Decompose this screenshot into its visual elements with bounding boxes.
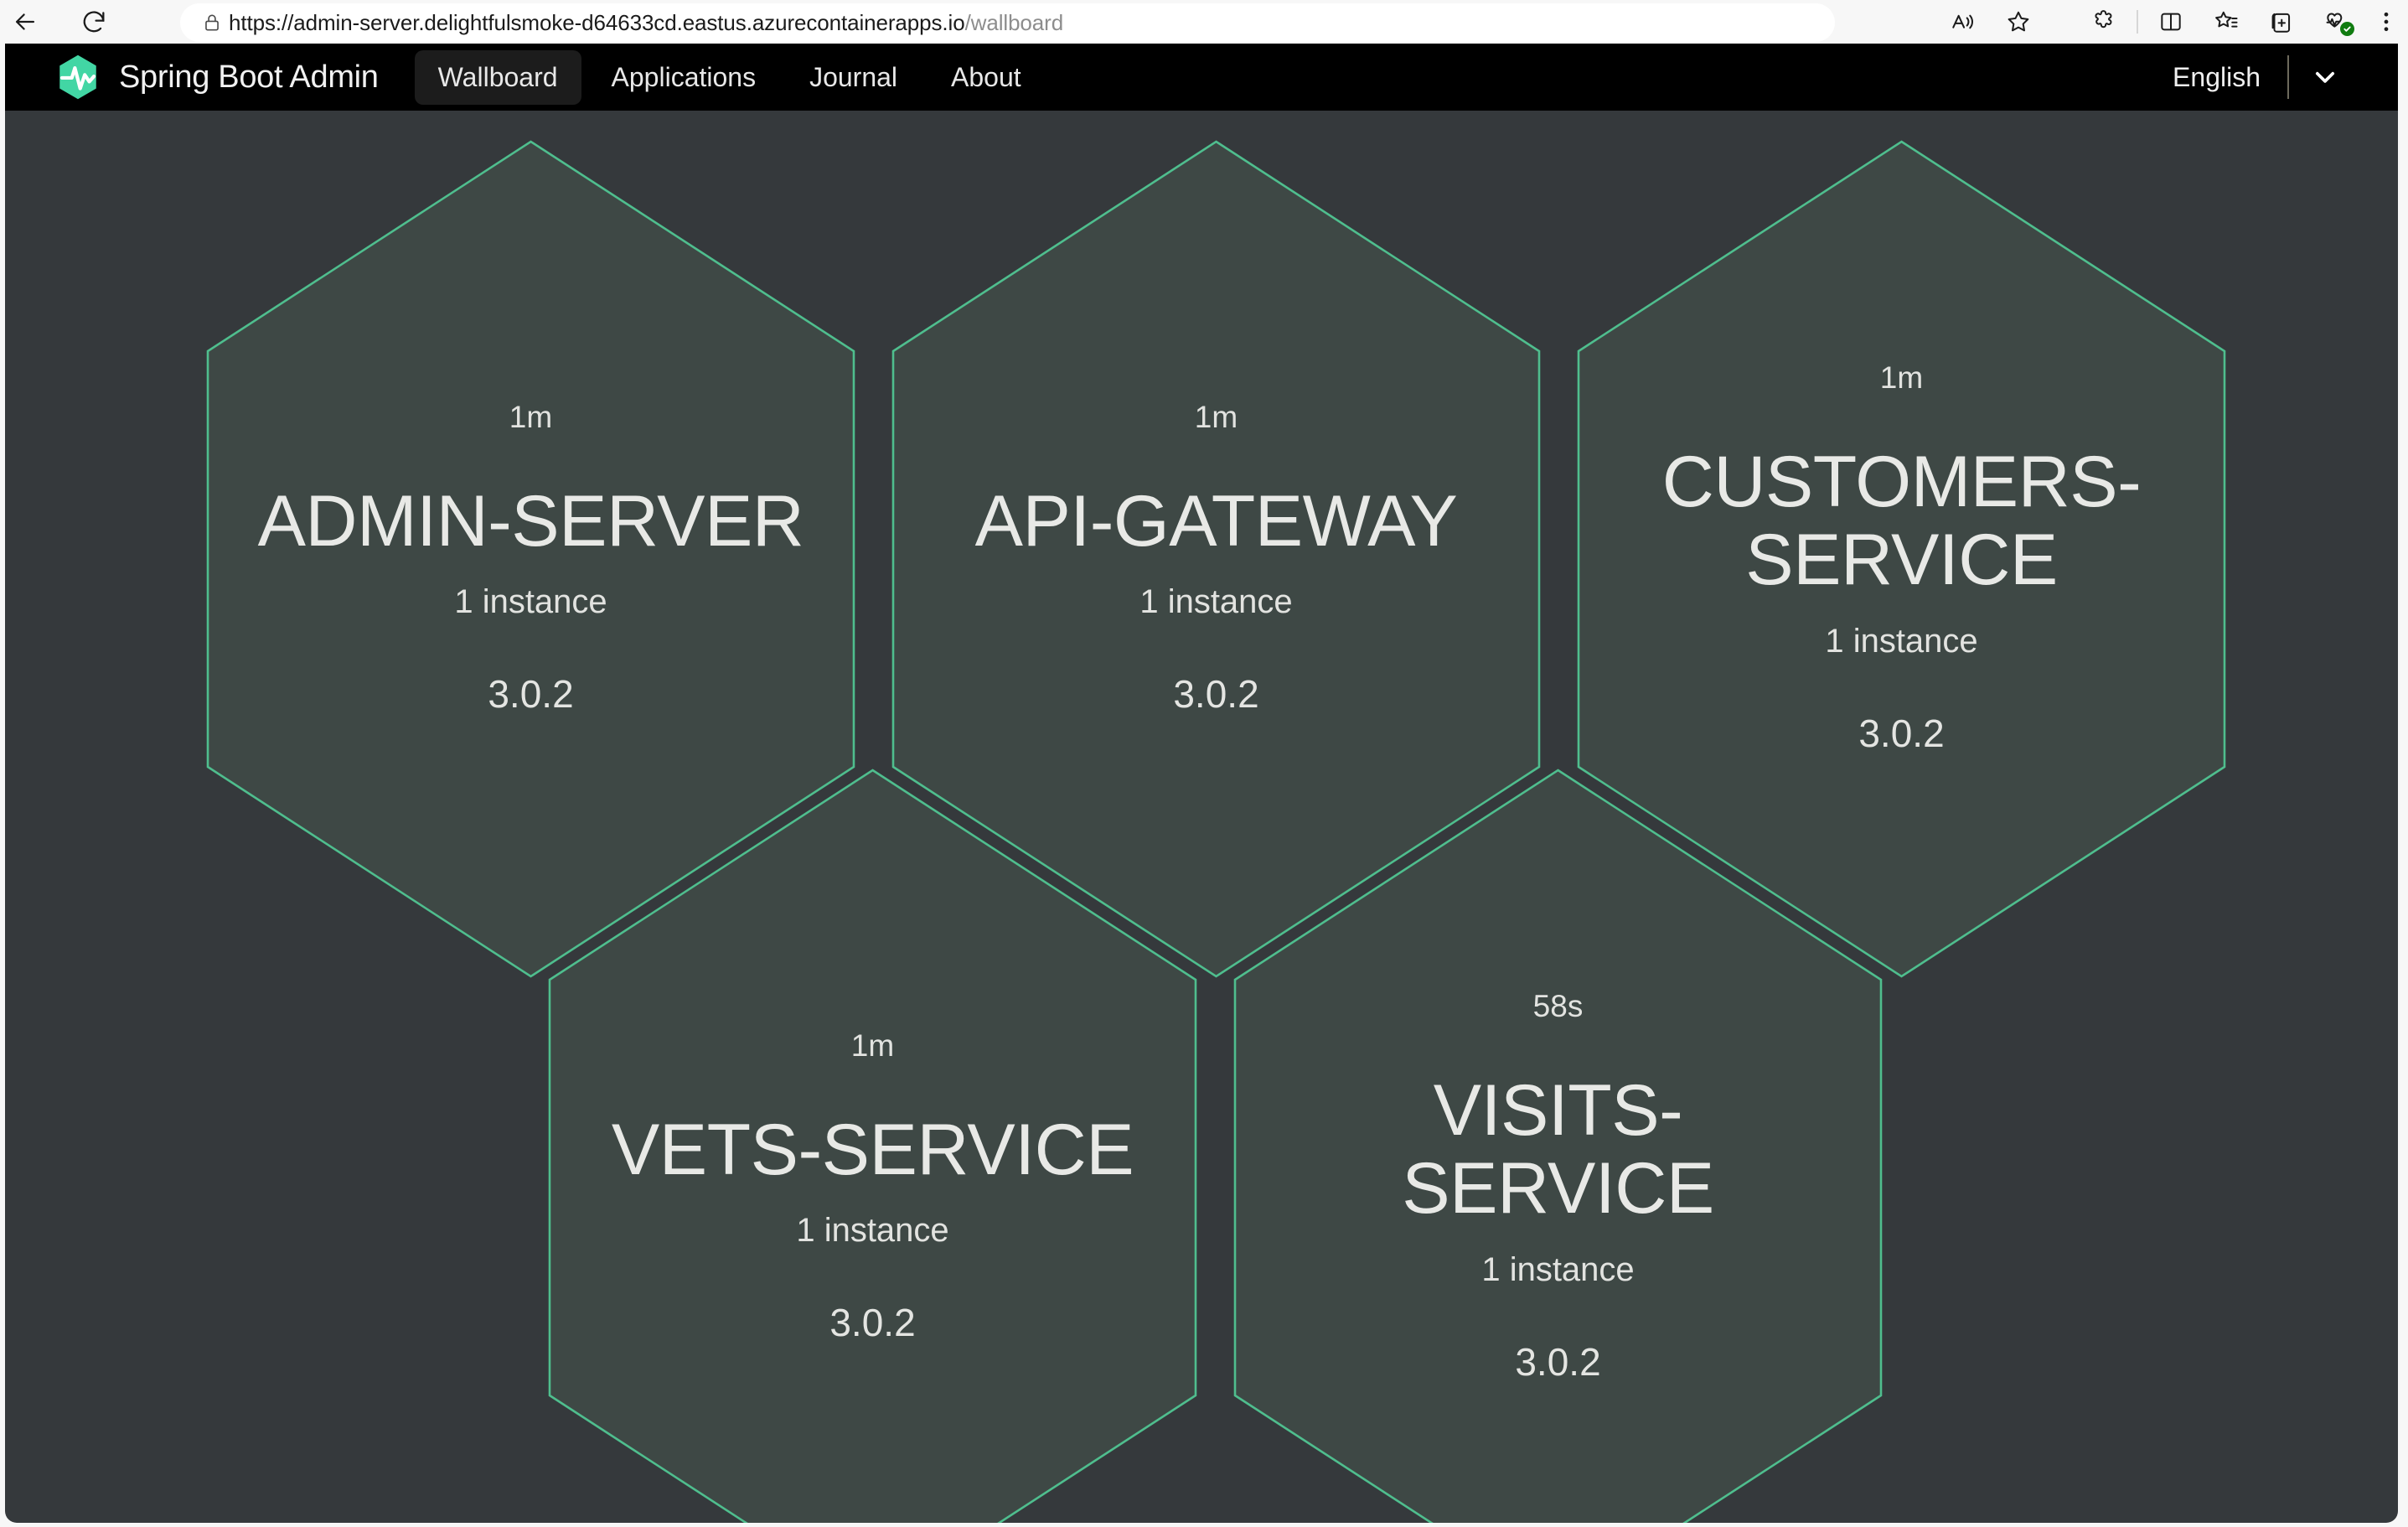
browser-toolbar: https://admin-server.delightfulsmoke-d64… [0, 0, 2408, 44]
address-url-path: /wallboard [964, 9, 1064, 35]
extensions-icon[interactable] [2076, 0, 2132, 44]
app-instances: 1 instance [1139, 583, 1293, 621]
app-status: 1m [850, 1027, 895, 1063]
app-status: 1m [1879, 360, 1924, 396]
app-instances: 1 instance [1481, 1250, 1635, 1288]
application-hex-vets-service[interactable]: 1m VETS-SERVICE 1 instance 3.0.2 [548, 769, 1197, 1523]
toolbar-actions [1935, 0, 2408, 44]
read-aloud-icon[interactable] [1935, 0, 1991, 44]
reload-icon [83, 11, 105, 33]
collections-icon[interactable] [2199, 0, 2254, 44]
nav-item-applications[interactable]: Applications [588, 50, 780, 105]
app-status: 58s [1532, 989, 1584, 1024]
app-status: 1m [1194, 399, 1238, 434]
app-version: 3.0.2 [1515, 1339, 1601, 1384]
address-bar[interactable]: https://admin-server.delightfulsmoke-d64… [180, 3, 1835, 42]
app-name: CUSTOMERS-SERVICE [1661, 442, 2142, 600]
app-name: VISITS-SERVICE [1402, 1070, 1714, 1229]
browser-window: https://admin-server.delightfulsmoke-d64… [0, 0, 2408, 1527]
essentials-status-badge [2340, 22, 2354, 36]
language-label: English [2173, 61, 2261, 92]
toolbar-divider [2137, 10, 2138, 34]
back-arrow-icon [15, 13, 35, 30]
address-bar-text: https://admin-server.delightfulsmoke-d64… [229, 10, 1063, 36]
application-hex-visits-service[interactable]: 58s VISITS-SERVICE 1 instance 3.0.2 [1233, 769, 1883, 1523]
language-selector[interactable]: English [2173, 44, 2358, 111]
nav-item-journal[interactable]: Journal [786, 50, 921, 105]
browser-essentials-icon[interactable] [2309, 0, 2364, 44]
more-options-icon[interactable] [2364, 0, 2408, 44]
add-favorite-icon[interactable] [2254, 0, 2309, 44]
brand[interactable]: Spring Boot Admin [54, 53, 379, 101]
lock-icon [195, 12, 229, 34]
app-version: 3.0.2 [829, 1301, 916, 1345]
split-screen-icon[interactable] [2143, 0, 2199, 44]
app-instances: 1 instance [1825, 622, 1978, 660]
pulse-hexagon-logo-icon [59, 54, 96, 100]
back-button[interactable] [0, 0, 50, 44]
reload-button[interactable] [69, 0, 119, 44]
app-version: 3.0.2 [488, 672, 574, 717]
address-url-main: https://admin-server.delightfulsmoke-d64… [229, 9, 965, 35]
nav-item-wallboard[interactable]: Wallboard [414, 49, 581, 105]
app-nav: Wallboard Applications Journal About [414, 49, 1045, 105]
app-instances: 1 instance [454, 583, 607, 621]
page-viewport: Spring Boot Admin Wallboard Applications… [5, 44, 2398, 1523]
app-version: 3.0.2 [1858, 711, 1945, 755]
chevron-down-icon[interactable] [2289, 63, 2358, 91]
app-navbar: Spring Boot Admin Wallboard Applications… [5, 44, 2398, 111]
app-name: ADMIN-SERVER [257, 480, 804, 562]
favorite-star-icon[interactable] [1991, 0, 2046, 44]
brand-name: Spring Boot Admin [119, 59, 379, 95]
app-name: API-GATEWAY [974, 480, 1458, 562]
app-instances: 1 instance [796, 1212, 949, 1250]
app-version: 3.0.2 [1173, 672, 1259, 717]
app-status: 1m [509, 399, 553, 434]
wallboard-grid: 1m ADMIN-SERVER 1 instance 3.0.2 1m API-… [5, 111, 2398, 1523]
app-name: VETS-SERVICE [611, 1109, 1134, 1190]
nav-item-about[interactable]: About [928, 50, 1045, 105]
